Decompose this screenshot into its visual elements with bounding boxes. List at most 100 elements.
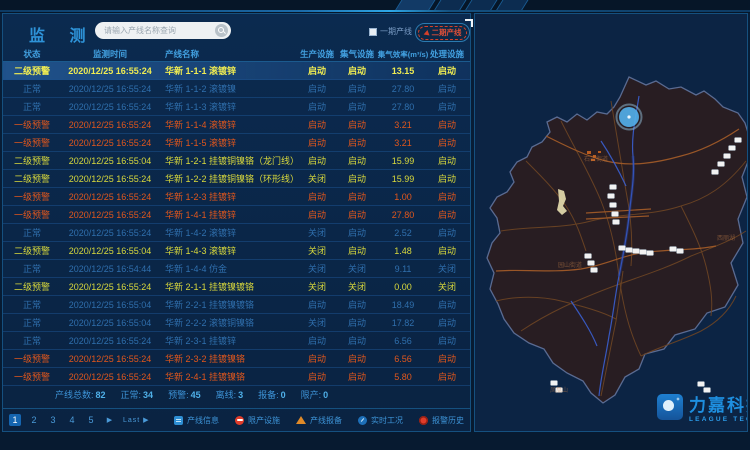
cell-status: 正常 (5, 100, 59, 113)
table-row[interactable]: 一级预警 2020/12/25 16:55:24 华新 1-1-5 滚镀锌 启动… (3, 134, 470, 152)
cell-eff: 6.56 (377, 336, 429, 346)
facility-marker[interactable] (626, 248, 633, 253)
search-icon[interactable] (215, 24, 228, 37)
search-input[interactable] (104, 26, 215, 35)
cell-status: 正常 (5, 334, 59, 347)
table-row[interactable]: 正常 2020/12/25 16:55:04 华新 2-2-2 滚镀铜镍铬 关闭… (3, 314, 470, 332)
cell-gas: 关闭 (337, 262, 377, 275)
logo-subtitle: LEAGUE TECH (689, 416, 748, 423)
cell-eff: 5.80 (377, 372, 429, 382)
corner-bracket-icon (465, 19, 473, 27)
table-row[interactable]: 正常 2020/12/25 16:54:44 华新 1-4-4 仿金 关闭 关闭… (3, 260, 470, 278)
facility-marker[interactable] (610, 185, 617, 190)
cell-name: 华新 1-2-1 挂镀铜镍铬（龙门线） (161, 154, 297, 167)
checkbox-icon[interactable] (369, 28, 377, 36)
col-gas: 集气设施 (337, 48, 377, 60)
cell-eff: 3.21 (377, 120, 429, 130)
cell-treat: 关闭 (429, 280, 465, 293)
facility-marker[interactable] (612, 212, 619, 217)
legend-button[interactable]: 产线信息 (174, 415, 219, 426)
table-row[interactable]: 正常 2020/12/25 16:55:04 华新 2-2-1 挂镀镍镀铬 启动… (3, 296, 470, 314)
cell-eff: 27.80 (377, 102, 429, 112)
cell-time: 2020/12/25 16:55:24 (59, 138, 161, 148)
page-button[interactable]: Last ▶ (123, 416, 150, 424)
cell-status: 一级预警 (5, 136, 59, 149)
page-button[interactable]: 3 (47, 415, 59, 425)
table-row[interactable]: 正常 2020/12/25 16:55:24 华新 2-3-1 挂镀锌 启动 启… (3, 332, 470, 350)
cell-prod: 关闭 (297, 226, 337, 239)
table-row[interactable]: 二级预警 2020/12/25 16:55:24 华新 1-2-2 挂镀铜镍铬（… (3, 170, 470, 188)
legend-button[interactable]: 实时工况 (358, 415, 403, 426)
table-row[interactable]: 二级预警 2020/12/25 16:55:04 华新 1-4-3 滚镀锌 关闭… (3, 242, 470, 260)
legend-button[interactable]: 限产设施 (235, 415, 280, 426)
cell-gas: 启动 (337, 118, 377, 131)
alert-marker[interactable] (617, 105, 642, 130)
phase2-button[interactable]: 二期产线 (415, 23, 470, 42)
cell-time: 2020/12/25 16:55:24 (59, 66, 161, 76)
facility-marker[interactable] (718, 162, 725, 167)
table-row[interactable]: 二级预警 2020/12/25 16:55:24 华新 2-1-1 挂镀镍镀铬 … (3, 278, 470, 296)
table-header-row: 状态 监测时间 产线名称 生产设施 集气设施 集气效率(m³/s) 处理设施 (3, 47, 470, 62)
facility-marker[interactable] (613, 220, 620, 225)
cell-name: 华新 2-1-1 挂镀镍镀铬 (161, 280, 297, 293)
cell-name: 华新 1-4-3 滚镀锌 (161, 244, 297, 257)
cell-name: 华新 1-1-1 滚镀锌 (161, 64, 297, 77)
facility-marker[interactable] (619, 246, 626, 251)
table-row[interactable]: 二级预警 2020/12/25 16:55:04 华新 1-2-1 挂镀铜镍铬（… (3, 152, 470, 170)
table-row[interactable]: 一级预警 2020/12/25 16:55:24 华新 1-2-3 挂镀锌 启动… (3, 188, 470, 206)
facility-marker[interactable] (591, 268, 598, 273)
cell-status: 二级预警 (5, 154, 59, 167)
table-row[interactable]: 一级预警 2020/12/25 16:55:24 华新 1-1-4 滚镀锌 启动… (3, 116, 470, 134)
cell-name: 华新 1-1-2 滚镀镍 (161, 82, 297, 95)
phase1-checkbox[interactable]: 一期产线 (369, 26, 412, 37)
summary-item: 报备:0 (258, 388, 286, 401)
facility-marker[interactable] (677, 249, 684, 254)
cell-treat: 启动 (429, 190, 465, 203)
facility-marker[interactable] (729, 146, 736, 151)
phase1-label: 一期产线 (380, 26, 412, 37)
cell-gas: 启动 (337, 316, 377, 329)
cell-eff: 0.00 (377, 282, 429, 292)
facility-marker[interactable] (585, 254, 592, 259)
cell-time: 2020/12/25 16:55:24 (59, 354, 161, 364)
cell-name: 华新 1-2-2 挂镀铜镍铬（环形线） (161, 172, 297, 185)
cell-treat: 启动 (429, 352, 465, 365)
facility-marker[interactable] (633, 249, 640, 254)
facility-marker[interactable] (647, 251, 654, 256)
cell-time: 2020/12/25 16:55:24 (59, 84, 161, 94)
legend-button[interactable]: 产线报备 (296, 415, 342, 426)
table-row[interactable]: 一级预警 2020/12/25 16:55:24 华新 2-4-1 挂镀镍铬 启… (3, 368, 470, 386)
page-button[interactable]: ▶ (104, 416, 116, 424)
facility-marker[interactable] (698, 382, 705, 387)
table-row[interactable]: 一级预警 2020/12/25 16:55:24 华新 2-3-2 挂镀镍铬 启… (3, 350, 470, 368)
page-button[interactable]: 1 (9, 414, 21, 426)
cell-prod: 关闭 (297, 280, 337, 293)
legend-button[interactable]: 报警历史 (419, 415, 464, 426)
table-row[interactable]: 一级预警 2020/12/25 16:55:24 华新 1-4-1 挂镀锌 启动… (3, 206, 470, 224)
cell-time: 2020/12/25 16:55:24 (59, 102, 161, 112)
facility-marker[interactable] (724, 154, 731, 159)
table-row[interactable]: 正常 2020/12/25 16:55:24 华新 1-1-2 滚镀镍 启动 启… (3, 80, 470, 98)
table-row[interactable]: 正常 2020/12/25 16:55:24 华新 1-1-3 滚镀锌 启动 启… (3, 98, 470, 116)
facility-marker[interactable] (588, 261, 595, 266)
cell-status: 正常 (5, 82, 59, 95)
cell-status: 一级预警 (5, 118, 59, 131)
page-button[interactable]: 2 (28, 415, 40, 425)
map-region-label: 凤凰山 (550, 386, 568, 394)
map-region-label: 园山街道 (558, 261, 582, 269)
facility-marker[interactable] (640, 250, 647, 255)
page-button[interactable]: 4 (66, 415, 78, 425)
table-row[interactable]: 正常 2020/12/25 16:55:24 华新 1-4-2 滚镀锌 关闭 启… (3, 224, 470, 242)
monitoring-dashboard: 监 测 一期产线 二期产线 状态 监测时间 产线名称 生产设施 (0, 0, 750, 450)
cell-eff: 17.82 (377, 318, 429, 328)
facility-marker[interactable] (712, 170, 719, 175)
facility-marker[interactable] (608, 194, 615, 199)
facility-marker[interactable] (670, 247, 677, 252)
facility-marker[interactable] (551, 381, 558, 386)
page-button[interactable]: 5 (85, 415, 97, 425)
facility-marker[interactable] (735, 138, 742, 143)
cell-time: 2020/12/25 16:55:24 (59, 210, 161, 220)
table-row[interactable]: 二级预警 2020/12/25 16:55:24 华新 1-1-1 滚镀锌 启动… (3, 62, 470, 80)
facility-marker[interactable] (610, 203, 617, 208)
page-title: 监 测 (29, 22, 95, 46)
